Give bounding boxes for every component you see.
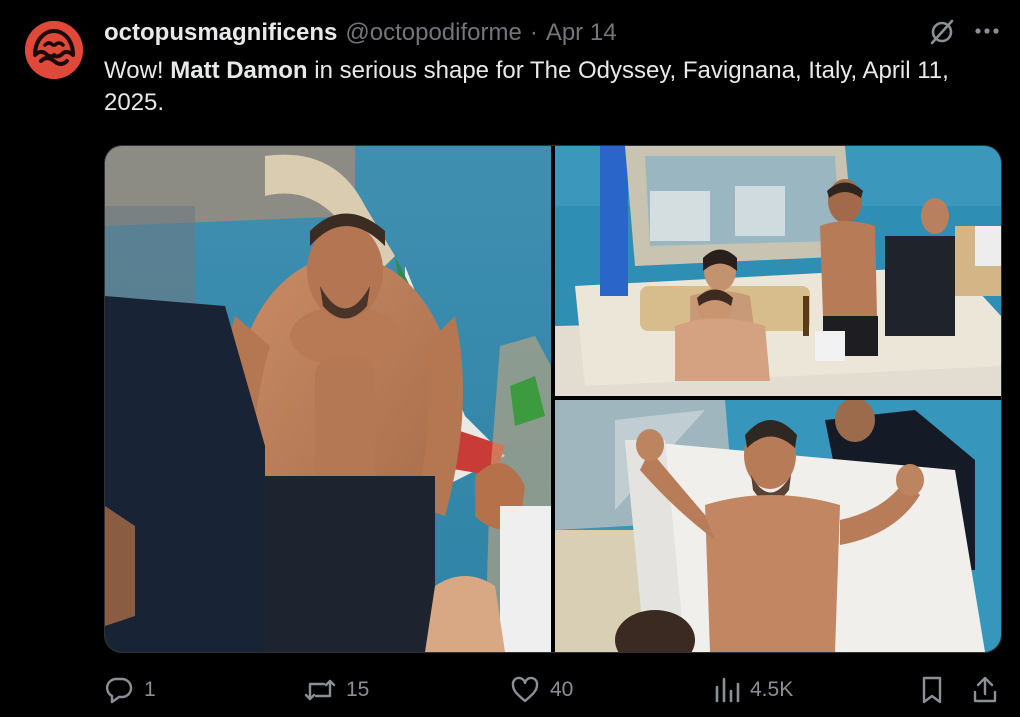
photo-3[interactable] <box>555 400 1001 652</box>
like-button[interactable]: 40 <box>510 672 573 708</box>
post-text-intro: Wow! <box>104 57 171 84</box>
octopus-avatar-icon <box>25 21 83 79</box>
post-text-mention: Matt Damon <box>170 57 308 84</box>
bookmark-button[interactable] <box>919 672 945 708</box>
photo-1[interactable] <box>105 146 551 652</box>
reply-button[interactable]: 1 <box>104 672 156 708</box>
reply-icon <box>105 677 133 704</box>
separator: · <box>529 19 538 46</box>
repost-count: 15 <box>346 678 370 701</box>
like-count: 40 <box>550 678 574 701</box>
bookmark-icon <box>922 676 942 704</box>
views-count: 4.5K <box>750 678 794 701</box>
display-name[interactable]: octopusmagnificens <box>104 19 337 47</box>
more-icon[interactable] <box>974 27 1000 35</box>
share-icon <box>973 676 997 703</box>
handle[interactable]: @octopodiforme <box>345 19 521 47</box>
photo-2[interactable] <box>555 146 1001 396</box>
share-button[interactable] <box>971 672 999 708</box>
post-date[interactable]: Apr 14 <box>546 19 617 47</box>
views-icon <box>715 677 740 703</box>
post-header: octopusmagnificens @octopodiforme · Apr … <box>104 16 617 50</box>
avatar[interactable] <box>25 21 83 79</box>
repost-button[interactable]: 15 <box>304 672 369 708</box>
action-bar: 1 15 40 4.5K <box>104 672 1004 708</box>
views-button[interactable]: 4.5K <box>714 672 793 708</box>
like-icon <box>511 676 539 703</box>
post-text: Wow! Matt Damon in serious shape for The… <box>104 55 1004 119</box>
grok-icon[interactable] <box>928 17 956 45</box>
header-actions <box>928 17 1000 45</box>
reply-count: 1 <box>144 678 156 701</box>
media-grid <box>104 145 1002 653</box>
repost-icon <box>304 679 336 701</box>
